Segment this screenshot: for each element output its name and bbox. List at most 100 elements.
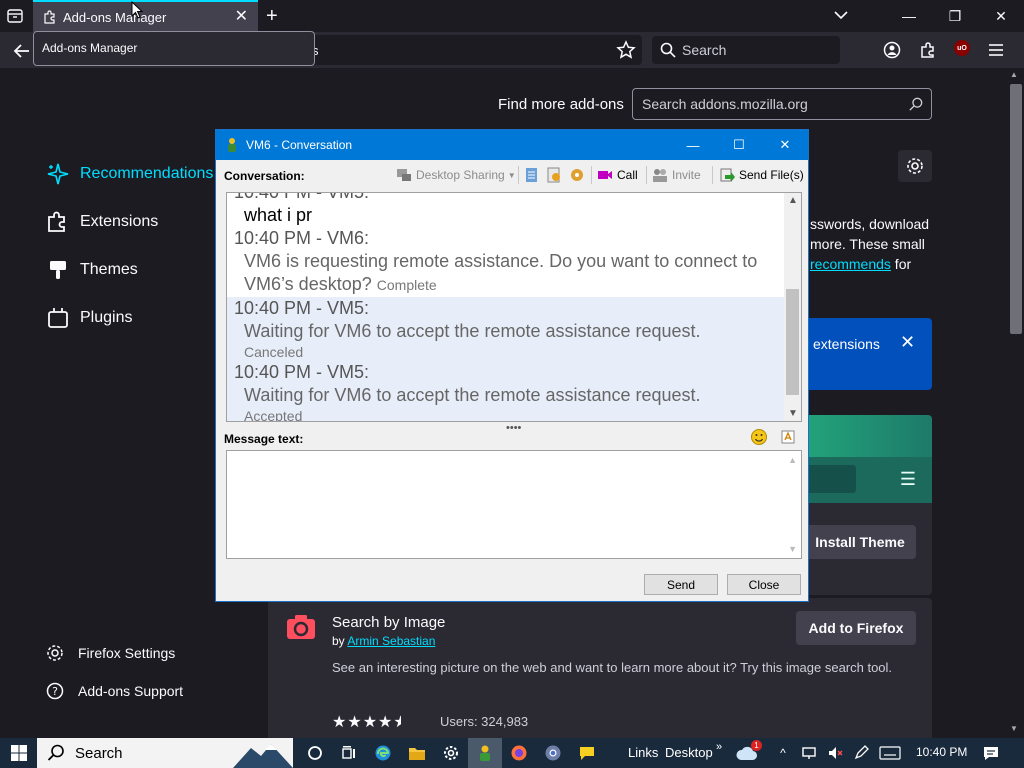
windows-start-icon[interactable] (10, 744, 28, 762)
firefox-icon[interactable] (502, 738, 536, 768)
chevron-down-icon[interactable] (832, 6, 850, 24)
invite-label: Invite (672, 168, 701, 182)
sidebar-item-label: Themes (80, 261, 138, 278)
log-scrollbar[interactable]: ▲ ▼ (784, 193, 801, 421)
extensions-puzzle-icon[interactable] (918, 40, 938, 60)
sidebar-item-extensions[interactable]: Extensions (46, 198, 213, 246)
browser-search-bar[interactable]: Search (652, 36, 840, 64)
tab-addons-manager[interactable]: Add-ons Manager ✕ (33, 0, 258, 32)
window-close-icon[interactable]: ✕ (762, 130, 808, 160)
desktop-sharing-label: Desktop Sharing (416, 168, 505, 182)
scroll-down-icon[interactable]: ▼ (788, 544, 797, 554)
new-tab-icon[interactable]: + (266, 5, 278, 28)
chromium-icon[interactable] (536, 738, 570, 768)
maximize-icon[interactable]: ☐ (716, 130, 762, 160)
pen-icon[interactable] (852, 744, 870, 762)
taskbar-search-label: Search (75, 744, 123, 762)
sidebar-item-plugins[interactable]: Plugins (46, 294, 213, 342)
emoticon-icon[interactable] (750, 428, 768, 446)
hamburger-menu-icon[interactable] (986, 40, 1006, 60)
task-view-icon[interactable] (332, 738, 366, 768)
taskbar-search[interactable]: Search (37, 738, 293, 768)
send-button[interactable]: Send (644, 574, 718, 595)
minimize-icon[interactable]: — (886, 0, 932, 32)
cortana-icon[interactable] (298, 738, 332, 768)
brush-icon (50, 261, 66, 279)
restore-icon[interactable]: ❐ (932, 0, 978, 32)
install-theme-button[interactable]: Install Theme (804, 525, 916, 559)
conversation-log[interactable]: 10:40 PM - VM5: what i pr 10:40 PM - VM6… (226, 192, 802, 422)
games-icon[interactable] (568, 167, 586, 183)
svg-text:?: ? (52, 685, 58, 698)
desktop-sharing-button[interactable]: Desktop Sharing ▼ (396, 167, 516, 183)
conversation-titlebar[interactable]: VM6 - Conversation — ☐ ✕ (216, 130, 808, 160)
invite-button[interactable]: Invite (652, 167, 701, 183)
recommends-link[interactable]: recommends (810, 256, 891, 272)
account-icon[interactable] (882, 40, 902, 60)
action-center-icon[interactable] (982, 744, 1000, 762)
dropdown-arrow-icon[interactable]: ▼ (508, 171, 516, 180)
contact-info-icon[interactable] (546, 167, 562, 183)
show-hidden-icons-chevron-icon[interactable]: ^ (774, 744, 792, 762)
invite-people-icon (653, 169, 667, 182)
file-explorer-icon[interactable] (400, 738, 434, 768)
back-arrow-icon[interactable] (12, 41, 32, 61)
conversation-window: VM6 - Conversation — ☐ ✕ Conversation: D… (215, 129, 809, 602)
call-button[interactable]: Call (597, 167, 638, 183)
window-close-icon[interactable]: ✕ (978, 0, 1024, 32)
links-toolbar-label[interactable]: Links (628, 745, 658, 760)
tab-strip: Add-ons Manager ✕ + — ❐ ✕ (0, 0, 1024, 32)
scroll-down-icon[interactable]: ▼ (788, 408, 798, 419)
addon-name[interactable]: Search by Image (332, 614, 445, 631)
firefox-settings-link[interactable]: Firefox Settings (46, 634, 183, 672)
keyboard-icon[interactable] (878, 744, 902, 762)
addons-search-placeholder: Search addons.mozilla.org (642, 96, 808, 112)
page-scrollbar-thumb[interactable] (1010, 84, 1022, 334)
chat-bubble-icon[interactable] (570, 738, 604, 768)
addons-search-input[interactable]: Search addons.mozilla.org (632, 88, 932, 120)
close-icon[interactable]: ✕ (900, 332, 915, 353)
message-text: VM6 is requesting remote assistance. Do … (244, 251, 758, 271)
intro-line: more. These small (810, 236, 925, 252)
scroll-up-icon[interactable]: ▲ (1010, 70, 1018, 79)
desktop-toolbar-label[interactable]: Desktop (665, 745, 713, 760)
message-status: Complete (376, 277, 437, 293)
minimize-icon[interactable]: — (670, 130, 716, 160)
scroll-down-icon[interactable]: ▼ (1010, 724, 1018, 733)
close-tab-icon[interactable]: ✕ (235, 9, 248, 25)
tab-title: Add-ons Manager (63, 9, 167, 25)
settings-gear-icon[interactable] (434, 738, 468, 768)
tab-list-icon[interactable] (6, 7, 24, 25)
scroll-up-icon[interactable]: ▲ (788, 455, 797, 465)
info-notice: extensions ✕ (806, 318, 932, 390)
pane-splitter[interactable]: •••• (506, 422, 521, 434)
addons-support-link[interactable]: ? Add-ons Support (46, 672, 183, 710)
messenger-taskbar-icon[interactable] (468, 738, 502, 768)
font-format-icon[interactable] (780, 428, 798, 446)
sidebar-item-themes[interactable]: Themes (46, 246, 213, 294)
send-files-button[interactable]: Send File(s) (719, 167, 804, 183)
volume-muted-icon[interactable] (826, 744, 844, 762)
weather-cloud-icon[interactable]: 1 (734, 740, 762, 762)
close-button[interactable]: Close (727, 574, 801, 595)
clock[interactable]: 10:40 PM (916, 745, 967, 759)
network-icon[interactable] (800, 744, 818, 762)
sidebar-item-recommendations[interactable]: Recommendations (46, 150, 213, 198)
sidebar-item-label: Extensions (80, 213, 159, 230)
scroll-up-icon[interactable]: ▲ (788, 195, 798, 206)
log-scrollbar-thumb[interactable] (786, 289, 799, 395)
theme-preview: ☰ (806, 457, 932, 503)
add-to-firefox-button[interactable]: Add to Firefox (796, 611, 916, 645)
edge-icon[interactable] (366, 738, 400, 768)
message-input[interactable]: ▲ ▼ (226, 450, 802, 559)
addon-author-link[interactable]: Armin Sebastian (347, 634, 435, 648)
tools-gear-button[interactable] (898, 150, 932, 182)
toolbar-separator (712, 166, 713, 184)
toolbar-overflow-icon[interactable]: » (716, 741, 722, 753)
history-icon[interactable] (524, 167, 540, 183)
bookmark-star-icon[interactable] (616, 40, 636, 60)
ublock-origin-icon[interactable]: uO (954, 40, 970, 56)
desktop-sharing-icon (397, 169, 411, 181)
gear-icon (907, 158, 923, 174)
plugin-icon (48, 308, 68, 328)
